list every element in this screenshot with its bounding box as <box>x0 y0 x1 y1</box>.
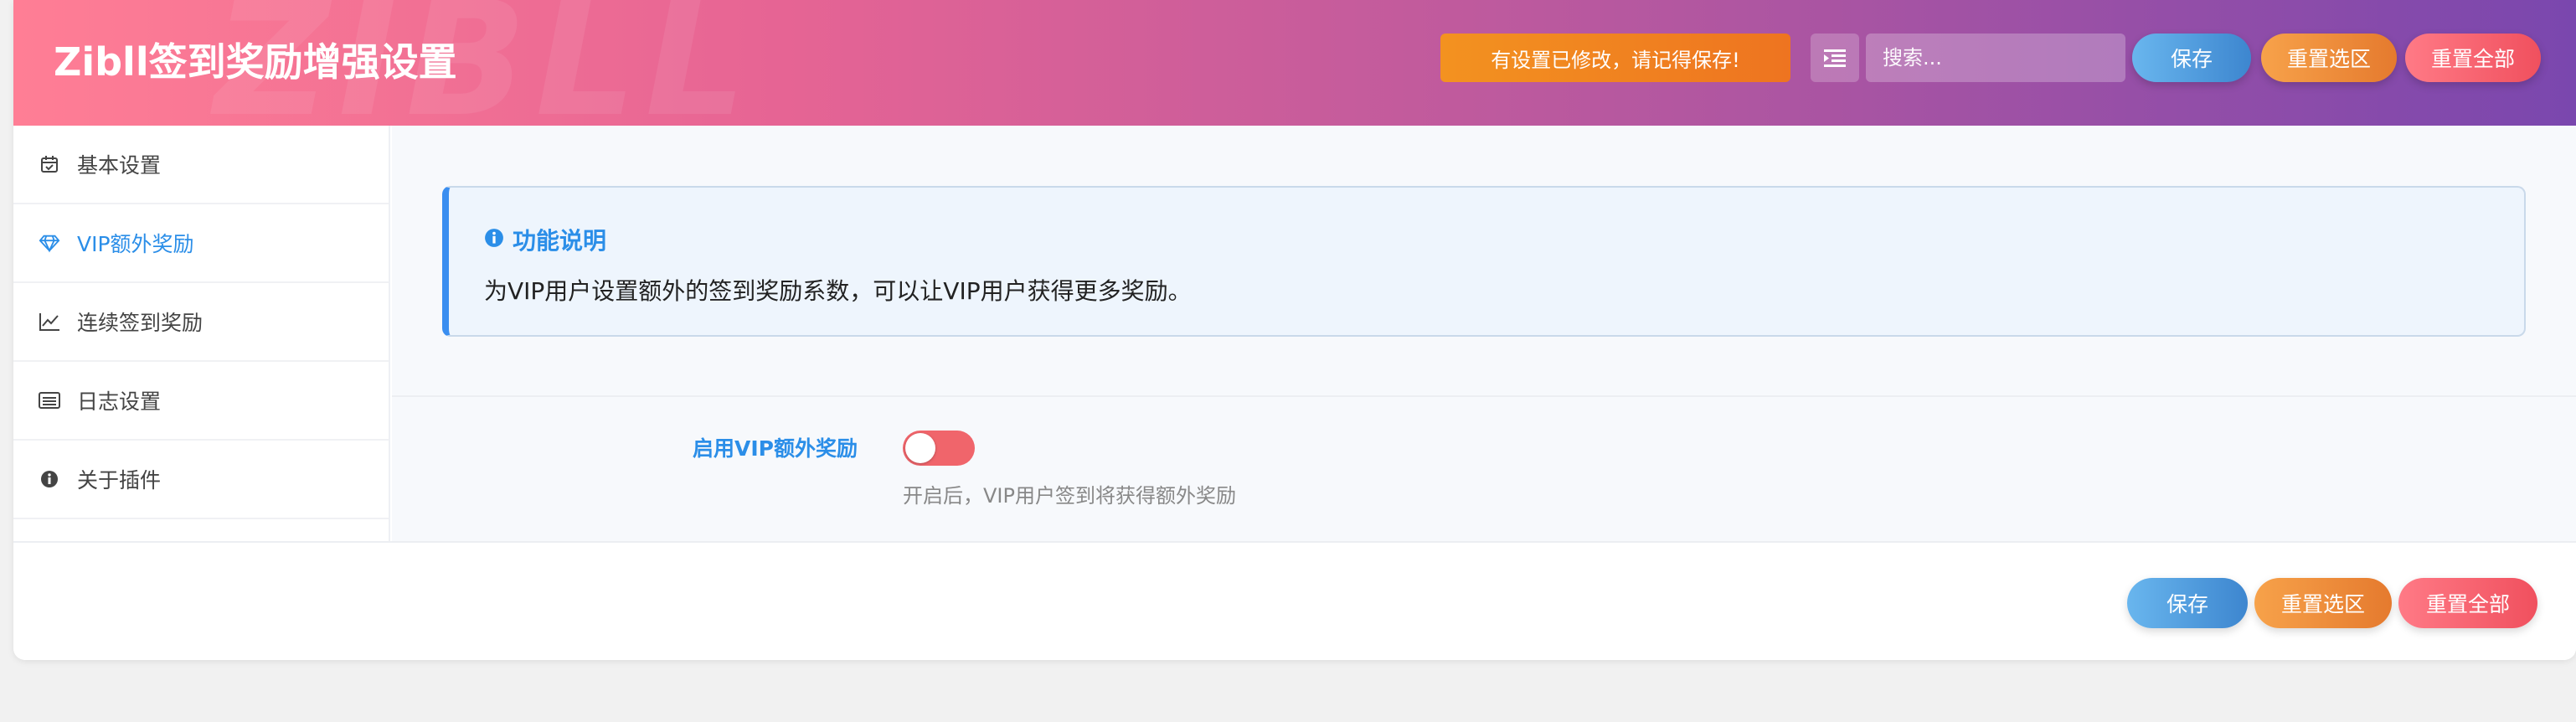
footer-save-button[interactable]: 保存 <box>2127 578 2248 628</box>
header: ZIBLL Zibll签到奖励增强设置 有设置已修改，请记得保存! 保存 重置选… <box>13 0 2576 126</box>
line-chart-icon <box>39 311 60 333</box>
indent-list-icon <box>1824 49 1846 67</box>
page-title: Zibll签到奖励增强设置 <box>54 39 457 85</box>
sidebar-item-label: 关于插件 <box>77 468 162 493</box>
sidebar-item-label: 日志设置 <box>77 389 162 414</box>
save-button[interactable]: 保存 <box>2132 34 2251 82</box>
footer-reset-section-button[interactable]: 重置选区 <box>2254 578 2392 628</box>
sidebar-item-vip[interactable]: VIP额外奖励 <box>13 204 389 283</box>
enable-vip-bonus-help: 开启后，VIP用户签到将获得额外奖励 <box>903 484 1236 508</box>
diamond-icon <box>39 232 60 254</box>
reset-section-button[interactable]: 重置选区 <box>2261 34 2397 82</box>
enable-vip-bonus-toggle[interactable] <box>903 431 975 466</box>
section-divider <box>392 395 2576 397</box>
info-text: 为VIP用户设置额外的签到奖励系数，可以让VIP用户获得更多奖励。 <box>484 277 1192 305</box>
search-input[interactable] <box>1866 34 2125 82</box>
info-title: 功能说明 <box>484 223 606 256</box>
calendar-check-icon <box>39 153 60 175</box>
main-content: 功能说明 为VIP用户设置额外的签到奖励系数，可以让VIP用户获得更多奖励。 启… <box>392 126 2576 541</box>
sidebar-item-about[interactable]: 关于插件 <box>13 441 389 519</box>
list-alt-icon <box>39 389 60 411</box>
footer: 保存 重置选区 重置全部 <box>13 541 2576 660</box>
sidebar-item-basic[interactable]: 基本设置 <box>13 126 389 204</box>
sidebar-item-streak[interactable]: 连续签到奖励 <box>13 283 389 362</box>
enable-vip-bonus-label: 启用VIP额外奖励 <box>693 436 858 461</box>
sidebar-item-label: 基本设置 <box>77 153 162 178</box>
sidebar-item-log[interactable]: 日志设置 <box>13 362 389 441</box>
footer-reset-all-button[interactable]: 重置全部 <box>2398 578 2537 628</box>
sidebar-item-label: 连续签到奖励 <box>77 311 204 335</box>
info-circle-icon <box>39 468 60 490</box>
info-title-text: 功能说明 <box>513 227 607 255</box>
info-callout: 功能说明 为VIP用户设置额外的签到奖励系数，可以让VIP用户获得更多奖励。 <box>442 186 2526 337</box>
toggle-knob <box>905 433 935 463</box>
reset-all-button[interactable]: 重置全部 <box>2405 34 2541 82</box>
unsaved-notice: 有设置已修改，请记得保存! <box>1440 34 1790 82</box>
info-circle-icon <box>484 226 504 254</box>
sidebar: 基本设置 VIP额外奖励 连续签到奖励 日志设置 关于插件 <box>13 126 390 541</box>
settings-panel: ZIBLL Zibll签到奖励增强设置 有设置已修改，请记得保存! 保存 重置选… <box>13 0 2576 660</box>
sidebar-item-label: VIP额外奖励 <box>77 232 194 256</box>
toggle-outline-button[interactable] <box>1811 34 1859 82</box>
